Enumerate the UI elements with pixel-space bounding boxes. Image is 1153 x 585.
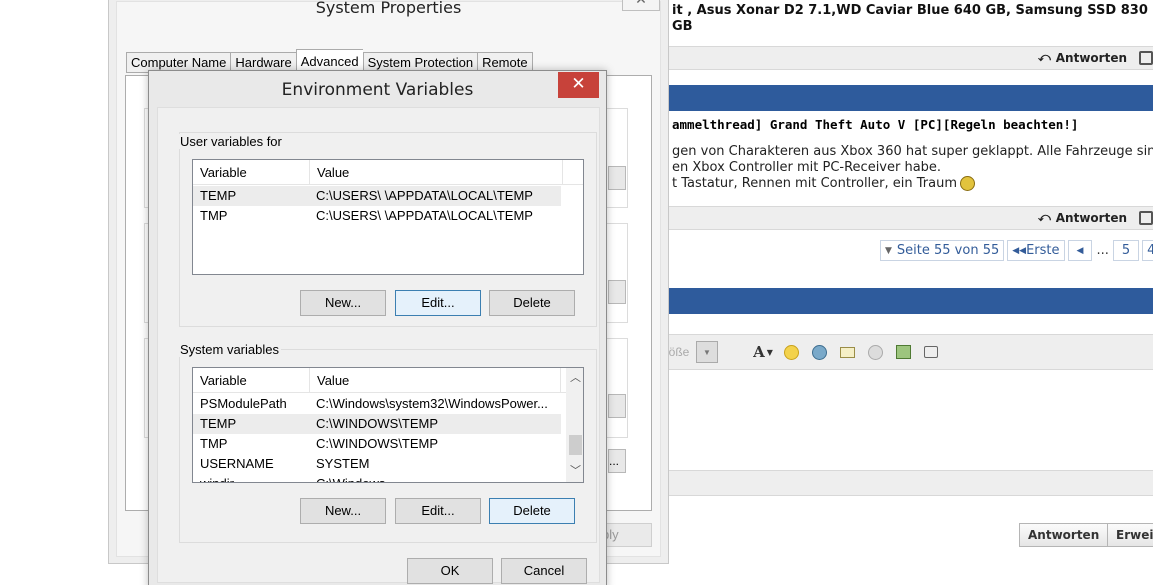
page-info-dropdown[interactable]: ▼ Seite 55 von 55 — [880, 240, 1005, 261]
table-row[interactable]: TEMP C:\WINDOWS\TEMP — [193, 414, 561, 434]
post-text-line: t Tastatur, Rennen mit Controller, ein T… — [672, 176, 976, 191]
reply-label: Antworten — [1055, 50, 1127, 65]
variable-name: PSModulePath — [200, 396, 287, 411]
first-label: Erste — [1026, 243, 1060, 258]
list-header: Variable Value — [193, 368, 566, 393]
table-row[interactable]: TMP C:\WINDOWS\TEMP — [193, 434, 561, 454]
table-row[interactable]: TEMP C:\USERS\ \APPDATA\LOCAL\TEMP — [193, 186, 561, 206]
unlink-icon[interactable] — [864, 341, 886, 363]
column-variable[interactable]: Variable — [193, 368, 310, 393]
dropdown-arrow-icon: ▼ — [885, 245, 892, 256]
scroll-down-icon[interactable]: ﹀ — [567, 463, 583, 480]
system-new-button[interactable]: New... — [300, 498, 386, 524]
first-page-link[interactable]: ◀◀ Erste — [1007, 240, 1065, 261]
devil-smiley-icon — [960, 176, 976, 191]
close-button[interactable]: ✕ — [622, 0, 660, 11]
double-left-icon: ◀◀ — [1012, 245, 1027, 256]
dialog-title: Environment Variables — [281, 80, 474, 100]
reply-label: Antworten — [1055, 210, 1127, 225]
table-row[interactable]: TMP C:\USERS\ \APPDATA\LOCAL\TEMP — [193, 206, 561, 226]
environment-variables-button[interactable]: ... — [608, 449, 626, 473]
variable-name: TMP — [200, 208, 228, 223]
user-variables-list[interactable]: Variable Value TEMP C:\USERS\ \APPDATA\L… — [192, 159, 584, 275]
table-row[interactable]: windir C:\Windows — [193, 474, 561, 482]
page-info: Seite 55 von 55 — [896, 243, 1000, 258]
reply-arrow-icon: ⤺ — [1037, 50, 1051, 64]
reply-arrow-icon: ⤺ — [1037, 210, 1051, 224]
close-icon: ✕ — [635, 0, 647, 7]
variable-name: TMP — [200, 436, 228, 451]
variable-name: TEMP — [200, 416, 237, 431]
image-icon[interactable] — [892, 341, 914, 363]
reply-link-2[interactable]: ⤺ Antworten — [1038, 210, 1127, 225]
variable-value: C:\USERS\ \APPDATA\LOCAL\TEMP — [316, 208, 533, 223]
cancel-button[interactable]: Cancel — [501, 558, 587, 584]
advanced-button[interactable]: Erwei — [1107, 523, 1153, 547]
user-new-button[interactable]: New... — [300, 290, 386, 316]
settings-button[interactable] — [608, 166, 626, 190]
pagination: ▼ Seite 55 von 55 ◀◀ Erste ◀ ... 5 45 — [880, 240, 1153, 261]
close-icon: ✕ — [571, 74, 586, 93]
system-variables-list[interactable]: Variable Value PSModulePath C:\Windows\s… — [192, 367, 584, 483]
signature-line-2: GB — [672, 19, 693, 34]
left-arrow-icon: ◀ — [1076, 245, 1084, 256]
prev-page-link[interactable]: ◀ — [1067, 240, 1093, 261]
font-color-icon[interactable]: A ▼ — [752, 341, 774, 363]
quote-icon[interactable] — [1139, 211, 1153, 225]
editor-footer-strip — [668, 470, 1153, 496]
table-row[interactable]: USERNAME SYSTEM — [193, 454, 561, 474]
table-row[interactable]: PSModulePath C:\Windows\system32\Windows… — [193, 394, 561, 414]
variable-name: TEMP — [200, 188, 237, 203]
dialog-body: User variables for Variable Value TEMP C… — [157, 107, 600, 584]
column-variable[interactable]: Variable — [193, 160, 310, 185]
user-edit-button[interactable]: Edit... — [395, 290, 481, 316]
variable-name: windir — [193, 474, 309, 482]
editor-toolbar: öße ▼ A ▼ — [668, 339, 942, 365]
variable-name: USERNAME — [200, 456, 274, 471]
page-link-5[interactable]: 5 — [1112, 240, 1140, 261]
variable-value: C:\WINDOWS\TEMP — [316, 416, 439, 431]
column-value[interactable]: Value — [310, 368, 561, 393]
link-icon[interactable] — [808, 341, 830, 363]
vertical-scrollbar[interactable]: ︿ ﹀ — [566, 368, 583, 482]
font-size-select[interactable]: öße — [668, 341, 690, 363]
window-title: System Properties — [315, 0, 462, 17]
smiley-icon[interactable] — [780, 341, 802, 363]
size-dropdown-icon[interactable]: ▼ — [696, 341, 718, 363]
settings-button[interactable] — [608, 280, 626, 304]
ok-button[interactable]: OK — [407, 558, 493, 584]
settings-button[interactable] — [608, 394, 626, 418]
user-variables-label: User variables for — [178, 134, 284, 149]
post-text: t Tastatur, Rennen mit Controller, ein T… — [672, 176, 958, 191]
variable-value: C:\USERS\ \APPDATA\LOCAL\TEMP — [316, 188, 533, 203]
system-edit-button[interactable]: Edit... — [395, 498, 481, 524]
quote-icon[interactable] — [1139, 51, 1153, 65]
variable-value: C:\WINDOWS\TEMP — [316, 436, 439, 451]
reply-link[interactable]: ⤺ Antworten — [1038, 50, 1127, 65]
variable-value: SYSTEM — [316, 456, 370, 471]
signature-line: it , Asus Xonar D2 7.1,WD Caviar Blue 64… — [672, 3, 1153, 18]
email-icon[interactable] — [836, 341, 858, 363]
quote-bubble-icon[interactable] — [920, 341, 942, 363]
post-text-line: en Xbox Controller mit PC-Receiver habe. — [672, 160, 942, 175]
page-link-45[interactable]: 45 — [1142, 240, 1153, 261]
variable-value: C:\Windows\system32\WindowsPower... — [316, 396, 548, 411]
close-button[interactable]: ✕ — [558, 72, 599, 98]
post-text-line: gen von Charakteren aus Xbox 360 hat sup… — [672, 144, 1153, 159]
pagination-ellipsis: ... — [1095, 240, 1110, 261]
post-header-bar — [668, 85, 1153, 111]
scroll-thumb[interactable] — [569, 435, 582, 455]
environment-variables-dialog: Environment Variables ✕ User variables f… — [148, 70, 607, 585]
scroll-up-icon[interactable]: ︿ — [567, 370, 583, 387]
list-header: Variable Value — [193, 160, 583, 185]
variable-value: C:\Windows — [309, 474, 561, 482]
reply-button[interactable]: Antworten — [1019, 523, 1109, 547]
system-delete-button[interactable]: Delete — [489, 498, 575, 524]
thread-title[interactable]: ammelthread] Grand Theft Auto V [PC][Reg… — [672, 117, 1078, 132]
reply-header-bar — [668, 288, 1153, 314]
system-variables-label: System variables — [178, 342, 281, 357]
column-value[interactable]: Value — [310, 160, 563, 185]
user-delete-button[interactable]: Delete — [489, 290, 575, 316]
